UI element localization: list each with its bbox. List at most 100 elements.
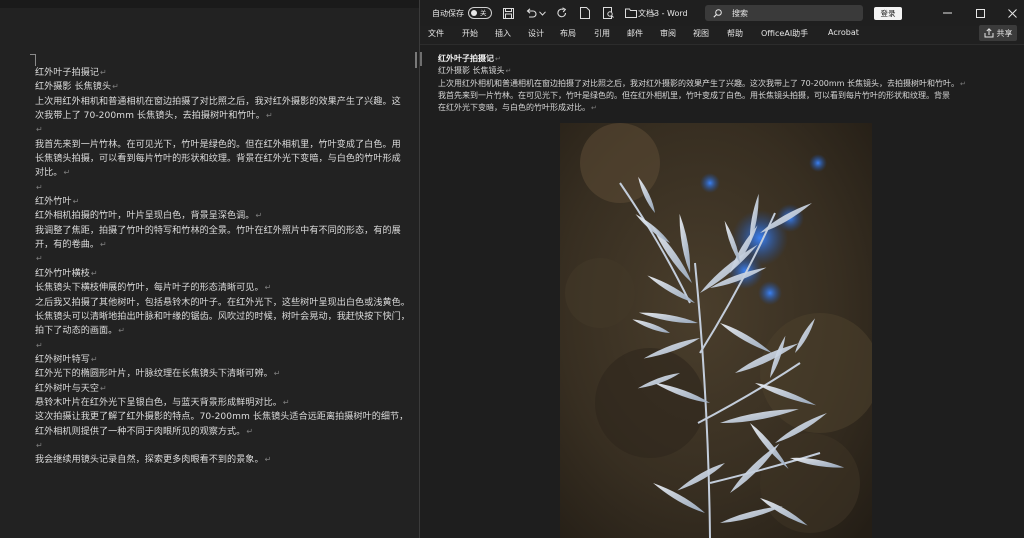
ribbon-tab[interactable]: 插入 [495, 28, 511, 39]
left-doc-line-text: 红外光下的椭圆形叶片，叶脉纹理在长焦镜头下清晰可辨。 [35, 369, 273, 380]
left-doc-line-text: 我调整了焦距，拍摄了竹叶的特写和竹林的全景。竹叶在红外照片中有不同的形态，有的展 [35, 225, 401, 236]
left-doc-line-text: 红外相机则提供了一种不同于肉眼所见的观察方式。 [35, 426, 246, 437]
ribbon-tab[interactable]: 邮件 [627, 28, 643, 39]
ribbon-tab[interactable]: 文件 [428, 28, 444, 39]
infrared-bamboo-photo[interactable] [560, 123, 872, 538]
left-doc-line[interactable]: 红外光下的椭圆形叶片，叶脉纹理在长焦镜头下清晰可辨。↵ [35, 367, 419, 381]
left-doc-line-text: 次我带上了 70-200mm 长焦镜头，去拍摄树叶和竹叶。 [35, 111, 265, 122]
right-doc-line[interactable]: 上次用红外相机和普通相机在窗边拍摄了对比照之后，我对红外摄影的效果产生了兴趣。这… [438, 78, 1018, 90]
left-doc-line-text: 这次拍摄让我更了解了红外摄影的特点。70-200mm 长焦镜头适合远距离拍摄树叶… [35, 412, 409, 423]
paragraph-mark: ↵ [90, 268, 98, 278]
left-doc-line[interactable]: 长焦镜头拍摄，可以看到每片竹叶的形状和纹理。背景在红外光下变暗，与白色的竹叶形成 [35, 152, 419, 166]
right-doc-line[interactable]: 红外叶子拍摄记↵ [438, 53, 1018, 65]
left-doc-line-text: 上次用红外相机和普通相机在窗边拍摄了对比照之后，我对红外摄影的效果产生了兴趣。这 [35, 96, 401, 107]
foliage-bokeh [580, 123, 660, 203]
paragraph-mark: ↵ [255, 211, 263, 221]
left-doc-line[interactable]: 红外树叶与天空↵ [35, 382, 419, 396]
share-button[interactable]: 共享 [979, 25, 1017, 41]
login-button[interactable]: 登录 [874, 7, 902, 20]
right-doc-line[interactable]: 我首先来到一片竹林。在可见光下，竹叶是绿色的。但在红外相机里，竹叶变成了白色。用… [438, 90, 1018, 102]
left-doc-line[interactable]: 开，有的卷曲。↵ [35, 238, 419, 252]
left-doc-line[interactable]: 次我带上了 70-200mm 长焦镜头，去拍摄树叶和竹叶。↵ [35, 109, 419, 123]
paragraph-mark: ↵ [960, 79, 966, 88]
left-doc-line[interactable]: 之后我又拍摄了其他树叶，包括悬铃木的叶子。在红外光下，这些树叶呈现出白色或浅黄色… [35, 296, 419, 310]
left-doc-line[interactable]: 我首先来到一片竹林。在可见光下，竹叶是绿色的。但在红外相机里，竹叶变成了白色。用 [35, 138, 419, 152]
paragraph-mark: ↵ [100, 68, 107, 77]
ribbon-tab[interactable]: OfficeAI助手 [761, 28, 808, 39]
ribbon-tab[interactable]: 帮助 [727, 28, 743, 39]
autosave-toggle[interactable]: 关 [468, 7, 492, 19]
left-doc-line[interactable]: 红外竹叶横枝↵ [35, 267, 419, 281]
new-doc-icon[interactable] [578, 6, 592, 20]
left-doc-line-text: 长焦镜头可以清晰地拍出叶脉和叶缘的锯齿。风吹过的时候，树叶会晃动，我赶快按下快门… [35, 311, 410, 322]
ribbon-tab[interactable]: Acrobat [828, 28, 859, 37]
maximize-icon[interactable] [973, 6, 987, 20]
left-doc-line[interactable]: 红外叶子拍摄记↵ [35, 66, 419, 80]
ribbon-tab[interactable]: 视图 [693, 28, 709, 39]
left-doc-line-text: 悬铃木叶片在红外光下呈银白色，与蓝天背景形成鲜明对比。 [35, 397, 282, 408]
blue-sky-bokeh [809, 154, 827, 172]
left-doc-line[interactable]: 长焦镜头可以清晰地拍出叶脉和叶缘的锯齿。风吹过的时候，树叶会晃动，我赶快按下快门… [35, 310, 419, 324]
search-input[interactable]: 搜索 [705, 5, 863, 21]
save-icon[interactable] [501, 6, 515, 20]
left-doc-line[interactable]: 长焦镜头下横枝伸展的竹叶，每片叶子的形态清晰可见。↵ [35, 281, 419, 295]
autosave-label: 自动保存 [432, 8, 464, 18]
right-document-body[interactable]: 红外叶子拍摄记↵ 红外摄影 长焦镜头↵ 上次用红外相机和普通相机在窗边拍摄了对比照之… [438, 53, 1018, 114]
left-doc-line[interactable]: 红外相机则提供了一种不同于肉眼所见的观察方式。↵ [35, 425, 419, 439]
left-doc-line-text: 拍下了动态的画面。 [35, 326, 118, 337]
right-doc-line-text: 红外叶子拍摄记 [438, 54, 494, 63]
left-document-body[interactable]: 红外叶子拍摄记↵ 红外摄影 长焦镜头↵ 上次用红外相机和普通相机在窗边拍摄了对比照之… [35, 66, 419, 468]
left-doc-line-text: 长焦镜头拍摄，可以看到每片竹叶的形状和纹理。背景在红外光下变暗，与白色的竹叶形成 [35, 154, 401, 165]
ribbon-tab[interactable]: 设计 [528, 28, 544, 39]
undo-icon[interactable] [524, 6, 538, 20]
print-preview-icon[interactable] [601, 6, 615, 20]
undo-dropdown-icon[interactable] [538, 6, 546, 20]
blue-sky-bokeh [700, 173, 720, 193]
left-doc-line[interactable]: 悬铃木叶片在红外光下呈银白色，与蓝天背景形成鲜明对比。↵ [35, 396, 419, 410]
left-doc-line-text: 我首先来到一片竹林。在可见光下，竹叶是绿色的。但在红外相机里，竹叶变成了白色。用 [35, 139, 401, 150]
paragraph-mark: ↵ [63, 168, 71, 178]
left-doc-line-text: 红外叶子拍摄记 [35, 68, 100, 78]
paragraph-mark: ↵ [36, 340, 43, 350]
left-doc-line[interactable]: 对比。↵ [35, 166, 419, 180]
redo-icon[interactable] [555, 6, 569, 20]
ribbon-tab[interactable]: 引用 [594, 28, 610, 39]
left-doc-line[interactable]: 红外相机拍摄的竹叶，叶片呈现白色，背景呈深色调。↵ [35, 209, 419, 223]
left-cursor-marker [415, 52, 417, 68]
right-doc-line[interactable]: 在红外光下变暗，与白色的竹叶形成对比。↵ [438, 102, 1018, 114]
left-doc-line[interactable]: ↵ [35, 439, 419, 453]
autosave-toggle-knob [471, 10, 477, 16]
ribbon-tab[interactable]: 开始 [462, 28, 478, 39]
left-doc-line[interactable]: 红外摄影 长焦镜头↵ [35, 80, 419, 94]
ribbon-tab[interactable]: 布局 [560, 28, 576, 39]
left-doc-line[interactable]: ↵ [35, 181, 419, 195]
paragraph-mark: ↵ [72, 197, 80, 207]
close-icon[interactable] [1005, 6, 1019, 20]
left-top-strip [0, 0, 419, 8]
right-doc-line[interactable]: 红外摄影 长焦镜头↵ [438, 65, 1018, 77]
left-doc-line[interactable]: 上次用红外相机和普通相机在窗边拍摄了对比照之后，我对红外摄影的效果产生了兴趣。这 [35, 95, 419, 109]
right-doc-line-text: 我首先来到一片竹林。在可见光下，竹叶是绿色的。但在红外相机里，竹叶变成了白色。用… [438, 90, 950, 100]
paragraph-mark: ↵ [36, 254, 43, 264]
left-doc-line[interactable]: 我会继续用镜头记录自然，探索更多肉眼看不到的景象。↵ [35, 453, 419, 467]
right-doc-line-text: 在红外光下变暗，与白色的竹叶形成对比。 [438, 103, 590, 113]
paragraph-mark: ↵ [112, 82, 119, 92]
left-doc-line[interactable]: 红外竹叶↵ [35, 195, 419, 209]
blue-sky-bokeh [758, 281, 782, 305]
left-doc-line[interactable]: 我调整了焦距，拍摄了竹叶的特写和竹林的全景。竹叶在红外照片中有不同的形态，有的展 [35, 224, 419, 238]
paragraph-mark: ↵ [36, 440, 43, 450]
left-doc-line[interactable]: 这次拍摄让我更了解了红外摄影的特点。70-200mm 长焦镜头适合远距离拍摄树叶… [35, 410, 419, 424]
document-title: 文档3 - Word [638, 9, 688, 18]
left-doc-line[interactable]: ↵ [35, 339, 419, 353]
minimize-icon[interactable] [940, 6, 954, 20]
left-doc-line[interactable]: 红外树叶特写↵ [35, 353, 419, 367]
search-icon [713, 8, 722, 18]
left-doc-line-text: 我会继续用镜头记录自然，探索更多肉眼看不到的景象。 [35, 455, 264, 466]
ribbon-tab[interactable]: 审阅 [660, 28, 676, 39]
left-doc-line-text: 红外竹叶 [35, 197, 72, 208]
search-placeholder: 搜索 [732, 8, 748, 18]
open-folder-icon[interactable] [624, 6, 638, 20]
left-doc-line[interactable]: ↵ [35, 123, 419, 137]
left-doc-line[interactable]: 拍下了动态的画面。↵ [35, 324, 419, 338]
left-doc-line[interactable]: ↵ [35, 252, 419, 266]
